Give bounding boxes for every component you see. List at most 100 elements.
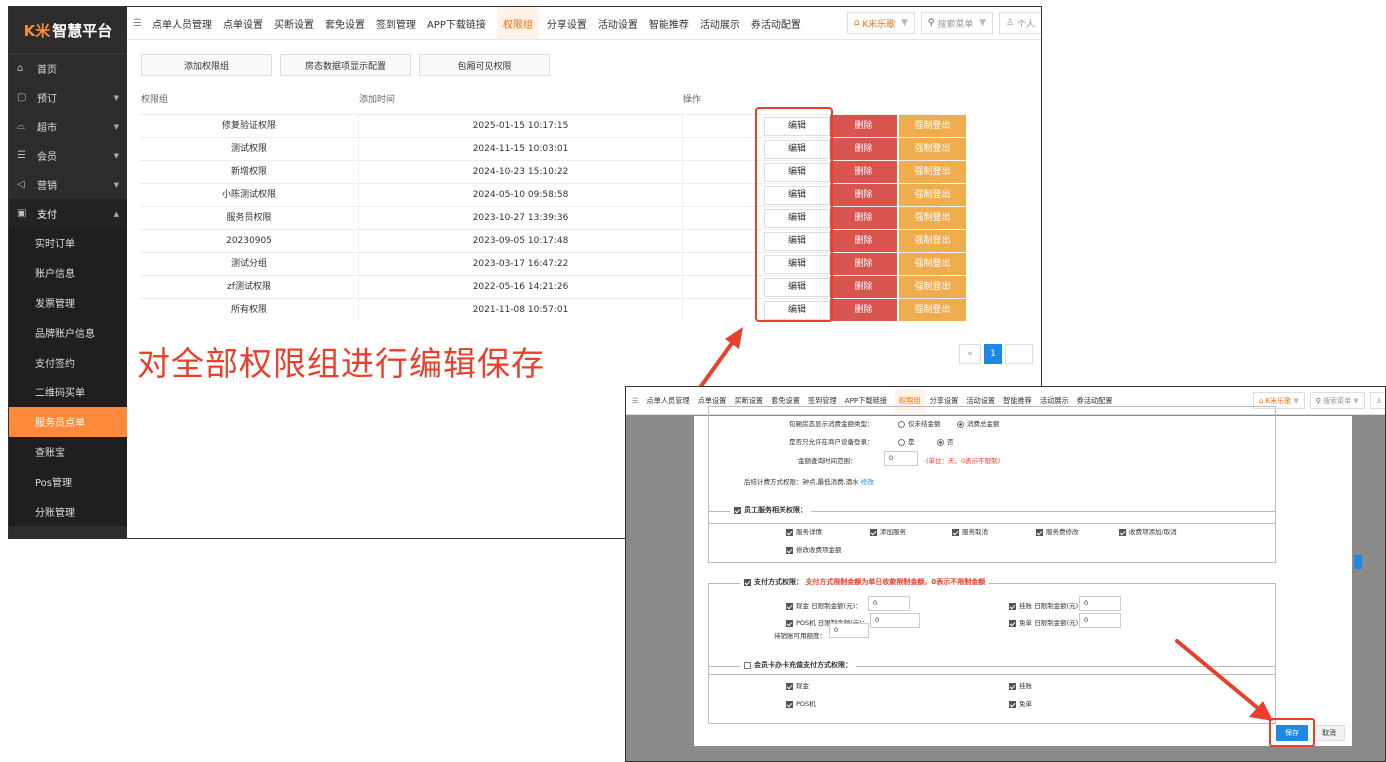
tab-item[interactable]: APP下载链接 (845, 396, 887, 406)
page-1-button[interactable]: 1 (984, 344, 1002, 364)
sidebar-subitem[interactable]: 实时订单 (9, 228, 127, 258)
sidebar-item-0[interactable]: ⌂ 首页 (9, 54, 127, 83)
menu-search[interactable]: ⚲ 搜索菜单 ▼ (920, 12, 994, 34)
merchant-only-no[interactable]: 否 (937, 436, 954, 446)
staff-permission-checkbox[interactable]: 服务详情 (786, 526, 822, 536)
sidebar-item-1[interactable]: ▢ 预订 ▼ (9, 83, 127, 112)
staff-title[interactable]: 员工服务相关权限： (730, 505, 811, 515)
tab-item[interactable]: 智能推荐 (649, 16, 689, 31)
pay-limit-input[interactable]: 0 (1079, 596, 1121, 611)
payment-title[interactable]: 支付方式权限： 支付方式限制金额为单日收款限制金额，0表示不限制金额 (740, 577, 990, 587)
tab-item[interactable]: 权限组 (496, 7, 539, 39)
sidebar-item-2[interactable]: ⌓ 超市 ▼ (9, 112, 127, 141)
sidebar-subitem[interactable]: 服务员点单 (9, 406, 127, 437)
pending-input[interactable]: 0 (829, 623, 869, 638)
sidebar-subitem[interactable]: 二维码买单 (9, 376, 127, 407)
tab-item[interactable]: 点单设置 (698, 396, 727, 406)
pay-limit-input[interactable]: 0 (870, 613, 920, 628)
force-logout-button[interactable]: 强制登出 (899, 115, 966, 137)
staff-permission-checkbox[interactable]: 添加服务 (870, 526, 906, 536)
staff-permission-checkbox[interactable]: 服务费修改 (1036, 526, 1079, 536)
menu-toggle-icon[interactable]: ☰ (133, 18, 142, 29)
tab-item[interactable]: APP下载链接 (427, 16, 486, 31)
pay-method-checkbox[interactable]: 现金 日限制金额(元)： (786, 600, 862, 610)
delete-button[interactable]: 删除 (830, 253, 897, 275)
tab-item[interactable]: 分享设置 (930, 396, 959, 406)
tab-item[interactable]: 买断设置 (274, 16, 314, 31)
tab-item[interactable]: 签到管理 (808, 396, 837, 406)
sidebar-subitem[interactable]: Pos管理 (9, 466, 127, 497)
sidebar-subitem[interactable]: 支付签约 (9, 347, 127, 377)
user-menu[interactable]: ♙ 个人 (999, 12, 1041, 34)
staff-permission-checkbox[interactable]: 修改收费项金额 (786, 544, 842, 554)
tab-item[interactable]: 点单人员管理 (152, 16, 212, 31)
pay-limit-input[interactable]: 0 (1079, 613, 1121, 628)
member-pay-checkbox[interactable]: POS机 (786, 698, 816, 708)
delete-button[interactable]: 删除 (830, 299, 897, 321)
sidebar-item-3[interactable]: ☰ 会员 ▼ (9, 141, 127, 170)
tab-item[interactable]: 点单设置 (223, 16, 263, 31)
force-logout-button[interactable]: 强制登出 (899, 230, 966, 252)
cancel-button[interactable]: 取消 (1313, 725, 1345, 741)
tab-item[interactable]: 签到管理 (376, 16, 416, 31)
tab-item[interactable]: 活动展示 (700, 16, 740, 31)
delete-button[interactable]: 删除 (830, 207, 897, 229)
tab-item[interactable]: 券活动配置 (1077, 396, 1113, 406)
tab-item[interactable]: 分享设置 (547, 16, 587, 31)
staff-permission-checkbox[interactable]: 服务取消 (952, 526, 988, 536)
brand-selector[interactable]: ⌂ K米乐歌 ▼ (846, 12, 915, 34)
room-visible-permission-button[interactable]: 包厢可见权限 (419, 54, 550, 76)
sidebar-subitem[interactable]: 分账管理 (9, 496, 127, 526)
delete-button[interactable]: 删除 (830, 138, 897, 160)
delete-button[interactable]: 删除 (830, 230, 897, 252)
room-type-opt1[interactable]: 仅未结金额 (898, 418, 941, 428)
sidebar-subitem[interactable]: 查账宝 (9, 436, 127, 467)
sidebar-item-5[interactable]: ▣ 支付 ▲ (9, 199, 127, 228)
billing-edit-link[interactable]: 修改 (861, 478, 874, 486)
force-logout-button[interactable]: 强制登出 (899, 207, 966, 229)
tab-item[interactable]: 智能推荐 (1003, 396, 1032, 406)
tab-item[interactable]: 点单人员管理 (646, 396, 689, 406)
merchant-only-yes[interactable]: 是 (898, 436, 915, 446)
add-group-button[interactable]: 添加权限组 (141, 54, 272, 76)
query-range-input[interactable]: 0 (884, 451, 918, 466)
delete-button[interactable]: 删除 (830, 161, 897, 183)
force-logout-button[interactable]: 强制登出 (899, 184, 966, 206)
tab-item[interactable]: 活动展示 (1040, 396, 1069, 406)
pay-limit-input[interactable]: 0 (868, 596, 910, 611)
tab-item[interactable]: 活动设置 (966, 396, 995, 406)
prev-page-button[interactable]: « (959, 344, 981, 364)
menu-toggle-icon[interactable]: ☰ (632, 396, 638, 405)
sidebar-subitem[interactable]: 发票管理 (9, 287, 127, 318)
member-pay-checkbox[interactable]: 免单 (1009, 698, 1032, 708)
room-type-opt2[interactable]: 消费总金额 (957, 418, 1000, 428)
sidebar-subitem[interactable]: 账户信息 (9, 257, 127, 288)
tab-item[interactable]: 活动设置 (598, 16, 638, 31)
delete-button[interactable]: 删除 (830, 115, 897, 137)
delete-button[interactable]: 删除 (830, 276, 897, 298)
tab-item[interactable]: 套免设置 (325, 16, 365, 31)
sidebar-item-4[interactable]: ◁ 营销 ▼ (9, 170, 127, 199)
member-title[interactable]: 会员卡办卡充值支付方式权限： (740, 660, 856, 670)
force-logout-button[interactable]: 强制登出 (899, 138, 966, 160)
pay-method-checkbox[interactable]: 挂账 日限制金额(元)： (1009, 600, 1085, 610)
staff-permission-checkbox[interactable]: 收费项添加/取消 (1119, 526, 1177, 536)
menu-search[interactable]: ⚲ 搜索菜单 ▼ (1309, 392, 1365, 409)
sidebar-subitem[interactable]: 品牌账户信息 (9, 317, 127, 348)
page-input[interactable] (1005, 344, 1033, 364)
pay-method-checkbox[interactable]: 免单 日限制金额(元)： (1009, 617, 1085, 627)
tab-item[interactable]: 券活动配置 (751, 16, 801, 31)
force-logout-button[interactable]: 强制登出 (899, 299, 966, 321)
member-pay-checkbox[interactable]: 现金 (786, 680, 809, 690)
force-logout-button[interactable]: 强制登出 (899, 276, 966, 298)
member-pay-checkbox[interactable]: 挂账 (1009, 680, 1032, 690)
force-logout-button[interactable]: 强制登出 (899, 161, 966, 183)
tab-item[interactable]: 买断设置 (734, 396, 763, 406)
user-menu[interactable]: ♙ (1369, 392, 1385, 409)
delete-button[interactable]: 删除 (830, 184, 897, 206)
room-data-config-button[interactable]: 房态数据项显示配置 (280, 54, 411, 76)
sidebar-item-label: 会员 (37, 152, 57, 163)
tab-item[interactable]: 套免设置 (771, 396, 800, 406)
add-time-cell: 2024-10-23 15:10:22 (359, 161, 683, 183)
force-logout-button[interactable]: 强制登出 (899, 253, 966, 275)
